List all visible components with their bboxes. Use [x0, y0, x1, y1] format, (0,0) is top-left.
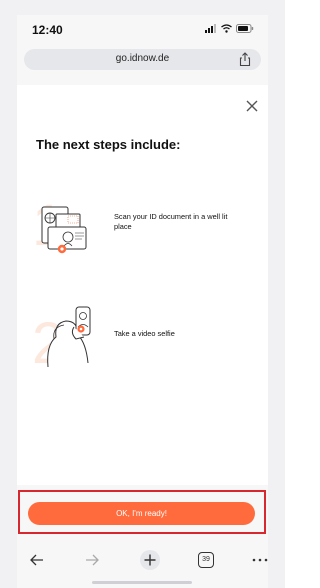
screenshot-frame: 12:40 go.idnow.de The next steps include… — [0, 0, 285, 588]
new-tab-plus-icon[interactable] — [139, 549, 161, 571]
url-text: go.idnow.de — [115, 53, 170, 64]
step-scan-id: 1 Scan your ID document in a well lit pl… — [34, 185, 262, 265]
status-time: 12:40 — [32, 23, 63, 37]
video-selfie-icon: 2 — [34, 306, 91, 373]
browser-toolbar: 39 — [17, 545, 268, 573]
step-video-selfie: 2 Take a video selfie — [34, 293, 262, 373]
phone-screen: 12:40 go.idnow.de The next steps include… — [17, 15, 268, 588]
back-arrow-icon[interactable] — [26, 549, 48, 571]
more-options-icon[interactable] — [249, 549, 268, 571]
forward-arrow-icon[interactable] — [81, 549, 103, 571]
status-icons — [205, 24, 254, 33]
close-icon[interactable] — [245, 99, 259, 113]
page-title: The next steps include: — [36, 137, 181, 152]
share-icon[interactable] — [238, 52, 252, 67]
home-indicator — [92, 581, 192, 584]
step-video-selfie-text: Take a video selfie — [114, 329, 175, 338]
page-content: The next steps include: 1 Sc — [17, 85, 268, 485]
tab-count-button[interactable]: 39 — [198, 552, 214, 568]
battery-icon — [236, 24, 254, 33]
status-bar: 12:40 — [17, 15, 268, 43]
signal-icon — [205, 24, 216, 33]
id-document-icon: 1 — [34, 193, 87, 258]
address-bar[interactable]: go.idnow.de — [24, 49, 261, 70]
bottom-bar: OK, I'm ready! 39 — [17, 485, 268, 588]
wifi-icon — [221, 24, 232, 33]
step-scan-id-text: Scan your ID document in a well lit plac… — [114, 212, 228, 231]
ok-ready-button[interactable]: OK, I'm ready! — [28, 502, 255, 525]
